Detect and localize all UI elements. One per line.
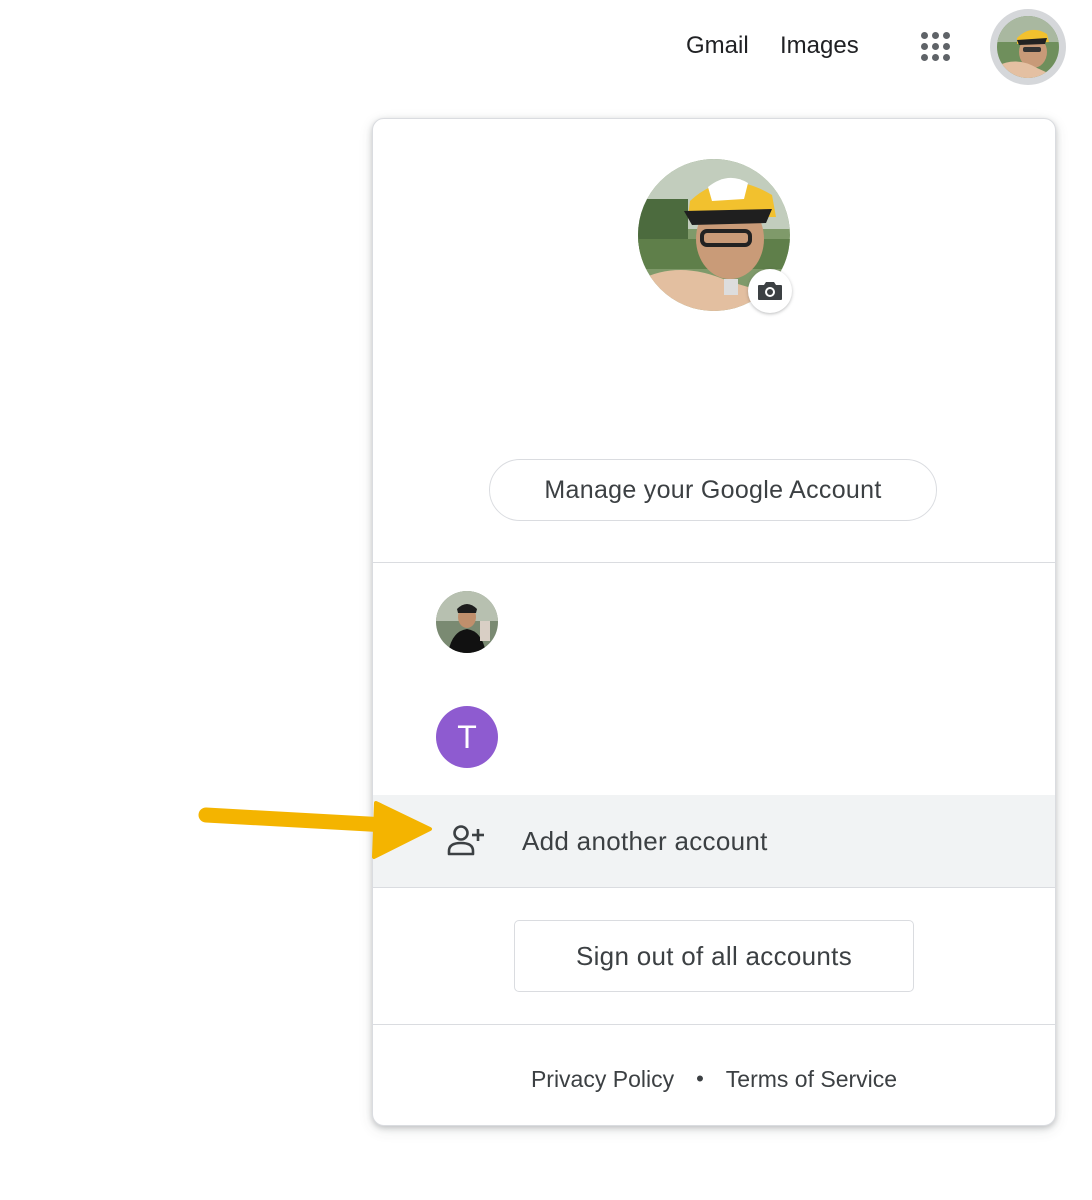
footer: Privacy Policy • Terms of Service bbox=[373, 1059, 1055, 1099]
footer-separator: • bbox=[696, 1066, 704, 1091]
privacy-policy-link[interactable]: Privacy Policy bbox=[531, 1066, 674, 1093]
profile-photo bbox=[997, 16, 1059, 78]
apps-dot bbox=[932, 43, 939, 50]
divider bbox=[373, 1024, 1055, 1025]
account-avatar-letter: T bbox=[457, 718, 477, 755]
apps-dot bbox=[921, 54, 928, 61]
manage-account-button[interactable]: Manage your Google Account bbox=[489, 459, 937, 521]
images-link[interactable]: Images bbox=[780, 30, 859, 62]
terms-of-service-link[interactable]: Terms of Service bbox=[726, 1066, 897, 1093]
person-add-icon bbox=[447, 823, 487, 859]
account-panel: Manage your Google Account T Add another… bbox=[372, 118, 1056, 1126]
add-account-button[interactable]: Add another account bbox=[373, 795, 1055, 887]
account-avatar-button[interactable] bbox=[990, 9, 1066, 85]
gmail-link[interactable]: Gmail bbox=[686, 30, 749, 62]
camera-icon[interactable] bbox=[748, 269, 792, 313]
add-account-label: Add another account bbox=[522, 826, 768, 856]
apps-dot bbox=[943, 32, 950, 39]
apps-dot bbox=[943, 54, 950, 61]
apps-dot bbox=[921, 43, 928, 50]
page: Gmail Images Manage your Google Account … bbox=[0, 0, 1092, 1200]
arrow-right-icon bbox=[196, 795, 436, 865]
apps-dot bbox=[943, 43, 950, 50]
apps-dot bbox=[932, 32, 939, 39]
account-avatar-2[interactable]: T bbox=[436, 706, 498, 768]
apps-grid-icon[interactable] bbox=[916, 27, 956, 67]
apps-dot bbox=[932, 54, 939, 61]
divider bbox=[373, 562, 1055, 563]
account-avatar-1[interactable] bbox=[436, 591, 498, 653]
apps-dot bbox=[921, 32, 928, 39]
sign-out-button[interactable]: Sign out of all accounts bbox=[514, 920, 914, 992]
divider bbox=[373, 887, 1055, 888]
